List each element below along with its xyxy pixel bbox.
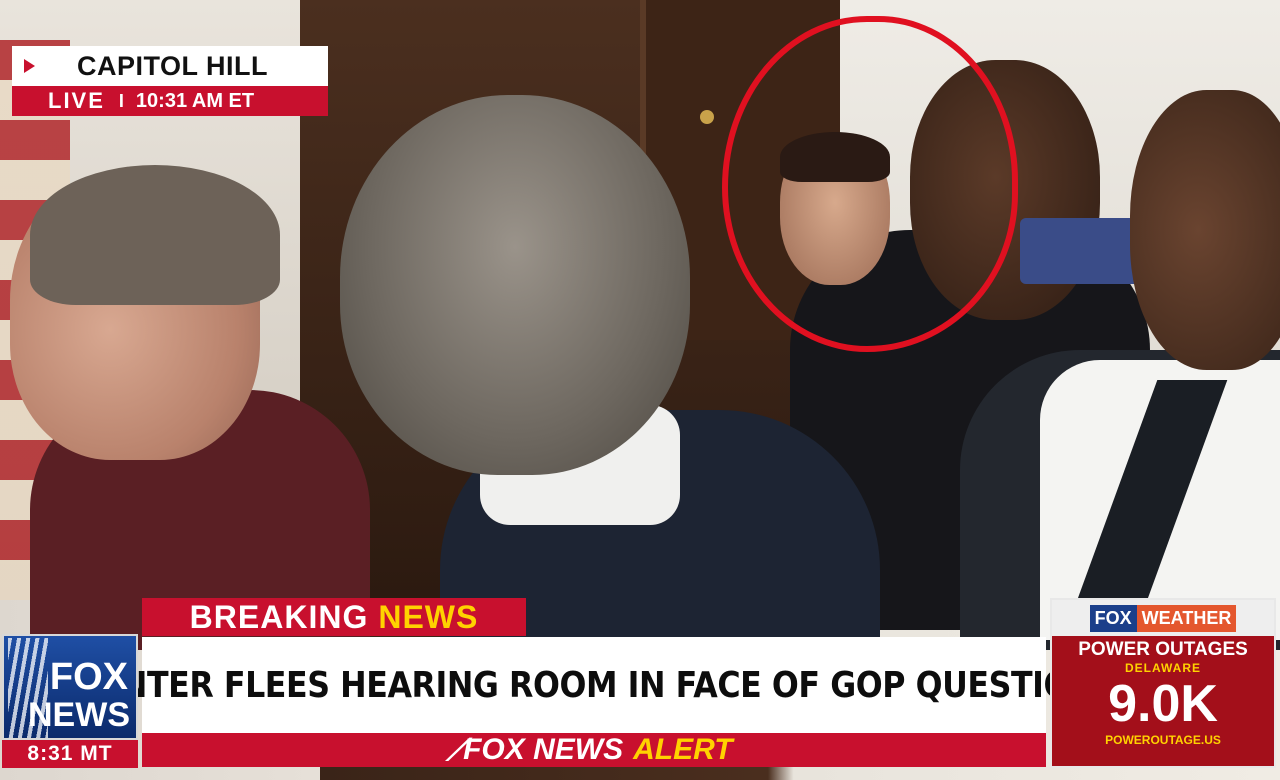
live-time-bar: LIVE I 10:31 AM ET bbox=[12, 86, 328, 116]
breaking-word: BREAKING bbox=[189, 598, 369, 635]
alert-word: ALERT bbox=[633, 733, 733, 766]
weather-panel: FOX WEATHER POWER OUTAGES DELAWARE 9.0K … bbox=[1050, 598, 1276, 768]
broadcast-time: 10:31 AM ET bbox=[135, 89, 255, 112]
logo-line2: NEWS bbox=[28, 696, 130, 734]
headline-text: HUNTER FLEES HEARING ROOM IN FACE OF GOP… bbox=[69, 664, 1119, 706]
location-bug: CAPITOL HILL LIVE I 10:31 AM ET bbox=[12, 46, 328, 118]
door-knob bbox=[700, 110, 714, 124]
weather-brand-weather: WEATHER bbox=[1136, 604, 1237, 632]
phone bbox=[1020, 218, 1140, 284]
weather-title: POWER OUTAGES bbox=[1078, 639, 1248, 660]
left-man-hair bbox=[30, 165, 280, 305]
fox-news-logo: FOX NEWS bbox=[2, 634, 138, 740]
weather-source: POWEROUTAGE.US bbox=[1105, 733, 1221, 747]
location-title-bar: CAPITOL HILL bbox=[12, 46, 328, 86]
suited-man-head bbox=[1130, 90, 1280, 370]
headline-bar: HUNTER FLEES HEARING ROOM IN FACE OF GOP… bbox=[70, 637, 1119, 733]
alert-strip: ⁄ FOX NEWS ALERT bbox=[142, 731, 1046, 769]
weather-brand-fox: FOX bbox=[1089, 604, 1137, 632]
separator: I bbox=[118, 90, 124, 111]
local-time: 8:31 MT bbox=[2, 740, 138, 768]
alert-brand: FOX NEWS bbox=[463, 733, 624, 766]
play-arrow-icon bbox=[24, 59, 35, 73]
news-word: NEWS bbox=[378, 598, 479, 635]
breaking-news-tab: BREAKING NEWS bbox=[142, 598, 526, 636]
weather-region: DELAWARE bbox=[1124, 661, 1201, 675]
logo-line1: FOX bbox=[49, 656, 128, 698]
red-circle-annotation bbox=[722, 16, 1018, 352]
location-title: CAPITOL HILL bbox=[77, 50, 269, 81]
outage-value: 9.0K bbox=[1108, 675, 1218, 733]
weather-brand-bar: FOX WEATHER bbox=[1052, 600, 1274, 636]
center-man-head bbox=[340, 95, 690, 475]
live-label: LIVE bbox=[48, 88, 105, 113]
